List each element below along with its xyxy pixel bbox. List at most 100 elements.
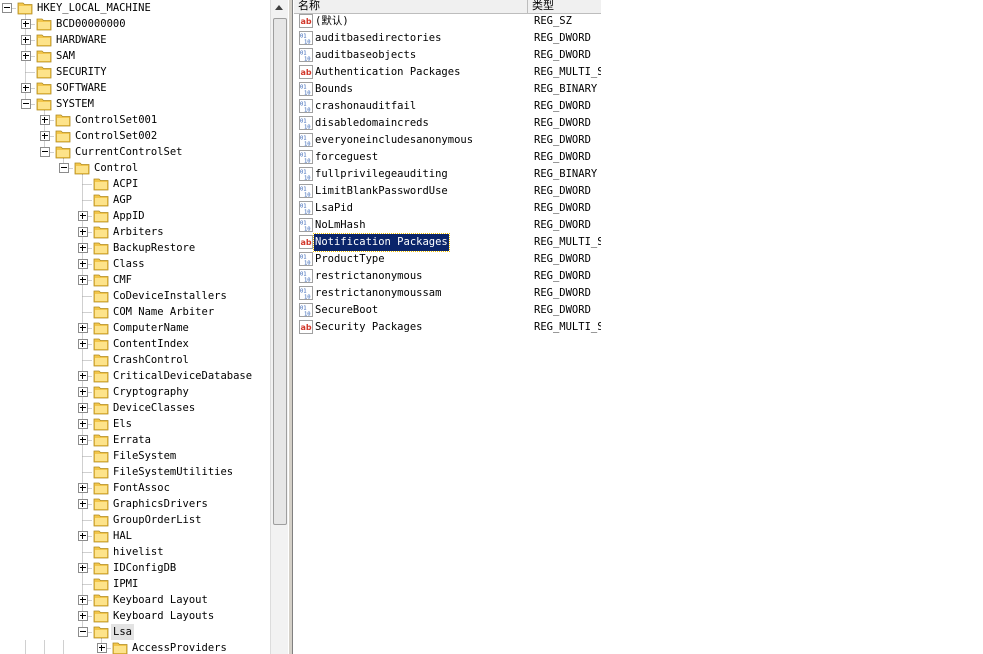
tree-node[interactable]: CriticalDeviceDatabase [0, 368, 270, 384]
expand-plus-icon[interactable] [78, 419, 88, 429]
expand-plus-icon[interactable] [78, 323, 88, 333]
expand-plus-icon[interactable] [78, 227, 88, 237]
tree-node[interactable]: FontAssoc [0, 480, 270, 496]
registry-value-row[interactable]: 01 10 forceguest REG_DWORD [294, 149, 601, 166]
tree-node[interactable]: HKEY_LOCAL_MACHINE [0, 0, 270, 16]
expand-plus-icon[interactable] [21, 35, 31, 45]
expand-plus-icon[interactable] [40, 115, 50, 125]
registry-value-row[interactable]: abAuthentication Packages REG_MULTI_SZ [294, 64, 601, 81]
expand-plus-icon[interactable] [78, 611, 88, 621]
tree-node[interactable]: Control [0, 160, 270, 176]
tree-vertical-scrollbar[interactable] [270, 0, 288, 654]
tree-node[interactable]: GroupOrderList [0, 512, 270, 528]
registry-values-list[interactable]: 名称 类型 ab (默认) REG_SZ 01 10 auditbasedirectori… [294, 0, 601, 654]
tree-node[interactable]: BCD00000000 [0, 16, 270, 32]
registry-value-row[interactable]: abSecurity Packages REG_MULTI_SZ [294, 319, 601, 336]
tree-node[interactable]: CurrentControlSet [0, 144, 270, 160]
expand-plus-icon[interactable] [78, 339, 88, 349]
collapse-minus-icon[interactable] [21, 99, 31, 109]
tree-node[interactable]: DeviceClasses [0, 400, 270, 416]
tree-node[interactable]: Els [0, 416, 270, 432]
tree-node[interactable]: ACPI [0, 176, 270, 192]
tree-node[interactable]: ContentIndex [0, 336, 270, 352]
registry-value-row[interactable]: 01 10 crashonauditfail REG_DWORD [294, 98, 601, 115]
tree-node[interactable]: SAM [0, 48, 270, 64]
registry-value-row[interactable]: 01 10 disabledomaincreds REG_DWORD [294, 115, 601, 132]
expand-plus-icon[interactable] [78, 563, 88, 573]
tree-node[interactable]: Errata [0, 432, 270, 448]
expand-plus-icon[interactable] [78, 499, 88, 509]
tree-node-label: BackupRestore [113, 242, 196, 254]
tree-node[interactable]: Keyboard Layout [0, 592, 270, 608]
collapse-minus-icon[interactable] [2, 3, 12, 13]
expand-plus-icon[interactable] [78, 531, 88, 541]
tree-node[interactable]: IDConfigDB [0, 560, 270, 576]
collapse-minus-icon[interactable] [78, 627, 88, 637]
collapse-minus-icon[interactable] [59, 163, 69, 173]
tree-node[interactable]: SECURITY [0, 64, 270, 80]
expand-plus-icon[interactable] [78, 259, 88, 269]
expand-plus-icon[interactable] [78, 243, 88, 253]
expand-plus-icon[interactable] [78, 371, 88, 381]
tree-node[interactable]: Lsa [0, 624, 270, 640]
registry-value-row[interactable]: 01 10 LimitBlankPasswordUse REG_DWORD [294, 183, 601, 200]
registry-value-row[interactable]: 01 10 fullprivilegeauditing REG_BINARY [294, 166, 601, 183]
tree-node[interactable]: CoDeviceInstallers [0, 288, 270, 304]
registry-key-tree[interactable]: HKEY_LOCAL_MACHINE BCD00000000 HARDWARE SAM… [0, 0, 270, 654]
expand-plus-icon[interactable] [40, 131, 50, 141]
registry-value-row[interactable]: 01 10 auditbasedirectories REG_DWORD [294, 30, 601, 47]
expand-plus-icon[interactable] [78, 275, 88, 285]
binary-value-icon: 0110 [299, 303, 313, 317]
tree-node[interactable]: CMF [0, 272, 270, 288]
registry-value-row[interactable]: ab (默认) REG_SZ [294, 13, 601, 30]
expand-plus-icon[interactable] [78, 483, 88, 493]
registry-value-row[interactable]: 01 10 Bounds REG_BINARY [294, 81, 601, 98]
tree-node[interactable]: Cryptography [0, 384, 270, 400]
expand-plus-icon[interactable] [78, 387, 88, 397]
tree-node[interactable]: FileSystem [0, 448, 270, 464]
tree-node[interactable]: SYSTEM [0, 96, 270, 112]
tree-node[interactable]: HARDWARE [0, 32, 270, 48]
registry-value-row[interactable]: 01 10 LsaPid REG_DWORD [294, 200, 601, 217]
tree-node[interactable]: AGP [0, 192, 270, 208]
tree-node[interactable]: AccessProviders [0, 640, 270, 654]
tree-node[interactable]: ComputerName [0, 320, 270, 336]
expand-plus-icon[interactable] [21, 19, 31, 29]
tree-node[interactable]: HAL [0, 528, 270, 544]
registry-value-row[interactable]: 01 10 ProductType REG_DWORD [294, 251, 601, 268]
registry-value-row[interactable]: 01 10 restrictanonymous REG_DWORD [294, 268, 601, 285]
column-header-type[interactable]: 类型 [528, 0, 601, 13]
tree-node[interactable]: ControlSet001 [0, 112, 270, 128]
tree-node[interactable]: CrashControl [0, 352, 270, 368]
tree-node[interactable]: ControlSet002 [0, 128, 270, 144]
collapse-minus-icon[interactable] [40, 147, 50, 157]
registry-value-row[interactable]: 01 10 everyoneincludesanonymous REG_DWORD [294, 132, 601, 149]
tree-node[interactable]: hivelist [0, 544, 270, 560]
tree-node[interactable]: IPMI [0, 576, 270, 592]
expand-plus-icon[interactable] [78, 595, 88, 605]
tree-node[interactable]: Keyboard Layouts [0, 608, 270, 624]
registry-value-row[interactable]: 01 10 auditbaseobjects REG_DWORD [294, 47, 601, 64]
registry-value-row[interactable]: 01 10 NoLmHash REG_DWORD [294, 217, 601, 234]
registry-value-row[interactable]: 01 10 restrictanonymoussam REG_DWORD [294, 285, 601, 302]
tree-node[interactable]: Class [0, 256, 270, 272]
tree-node[interactable]: SOFTWARE [0, 80, 270, 96]
expand-plus-icon[interactable] [78, 403, 88, 413]
expand-plus-icon[interactable] [78, 211, 88, 221]
tree-node[interactable]: AppID [0, 208, 270, 224]
tree-node[interactable]: Arbiters [0, 224, 270, 240]
tree-node[interactable]: BackupRestore [0, 240, 270, 256]
tree-node[interactable]: COM Name Arbiter [0, 304, 270, 320]
column-header-name[interactable]: 名称 [294, 0, 528, 13]
expand-plus-icon[interactable] [21, 83, 31, 93]
pane-splitter[interactable] [288, 0, 293, 654]
registry-value-row[interactable]: abNotification Packages REG_MULTI_SZ [294, 233, 601, 252]
tree-node[interactable]: GraphicsDrivers [0, 496, 270, 512]
expand-plus-icon[interactable] [97, 643, 107, 653]
registry-value-row[interactable]: 01 10 SecureBoot REG_DWORD [294, 302, 601, 319]
tree-node[interactable]: FileSystemUtilities [0, 464, 270, 480]
scrollbar-thumb[interactable] [273, 18, 287, 525]
expand-plus-icon[interactable] [21, 51, 31, 61]
expand-plus-icon[interactable] [78, 435, 88, 445]
scroll-up-arrow-icon[interactable] [271, 0, 287, 16]
